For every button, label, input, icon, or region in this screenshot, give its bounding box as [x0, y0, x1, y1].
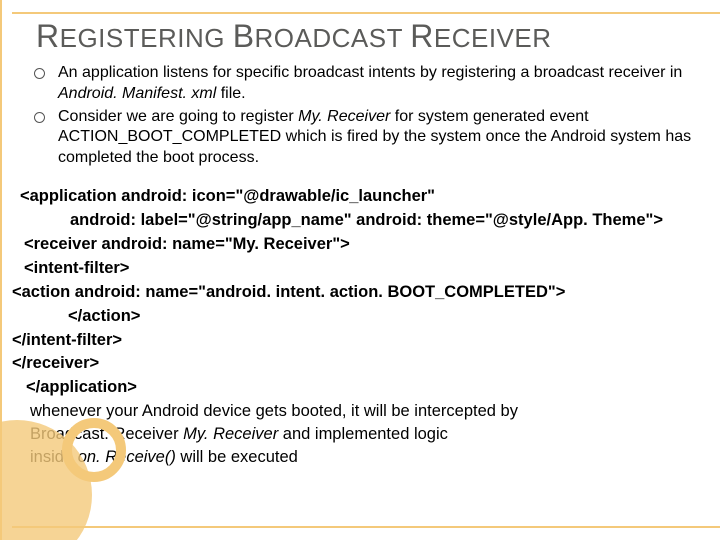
ring-icon [62, 418, 126, 482]
bullet-item: An application listens for specific broa… [34, 63, 720, 107]
code-block: <application android: icon="@drawable/ic… [12, 185, 714, 400]
bullet-list: An application listens for specific broa… [34, 63, 720, 171]
bottom-rule [12, 526, 720, 528]
bullet-item: Consider we are going to register My. Re… [34, 107, 720, 171]
top-rule [12, 12, 720, 14]
slide-title: REGISTERING BROADCAST RECEIVER [2, 0, 720, 63]
slide: REGISTERING BROADCAST RECEIVER An applic… [0, 0, 720, 540]
